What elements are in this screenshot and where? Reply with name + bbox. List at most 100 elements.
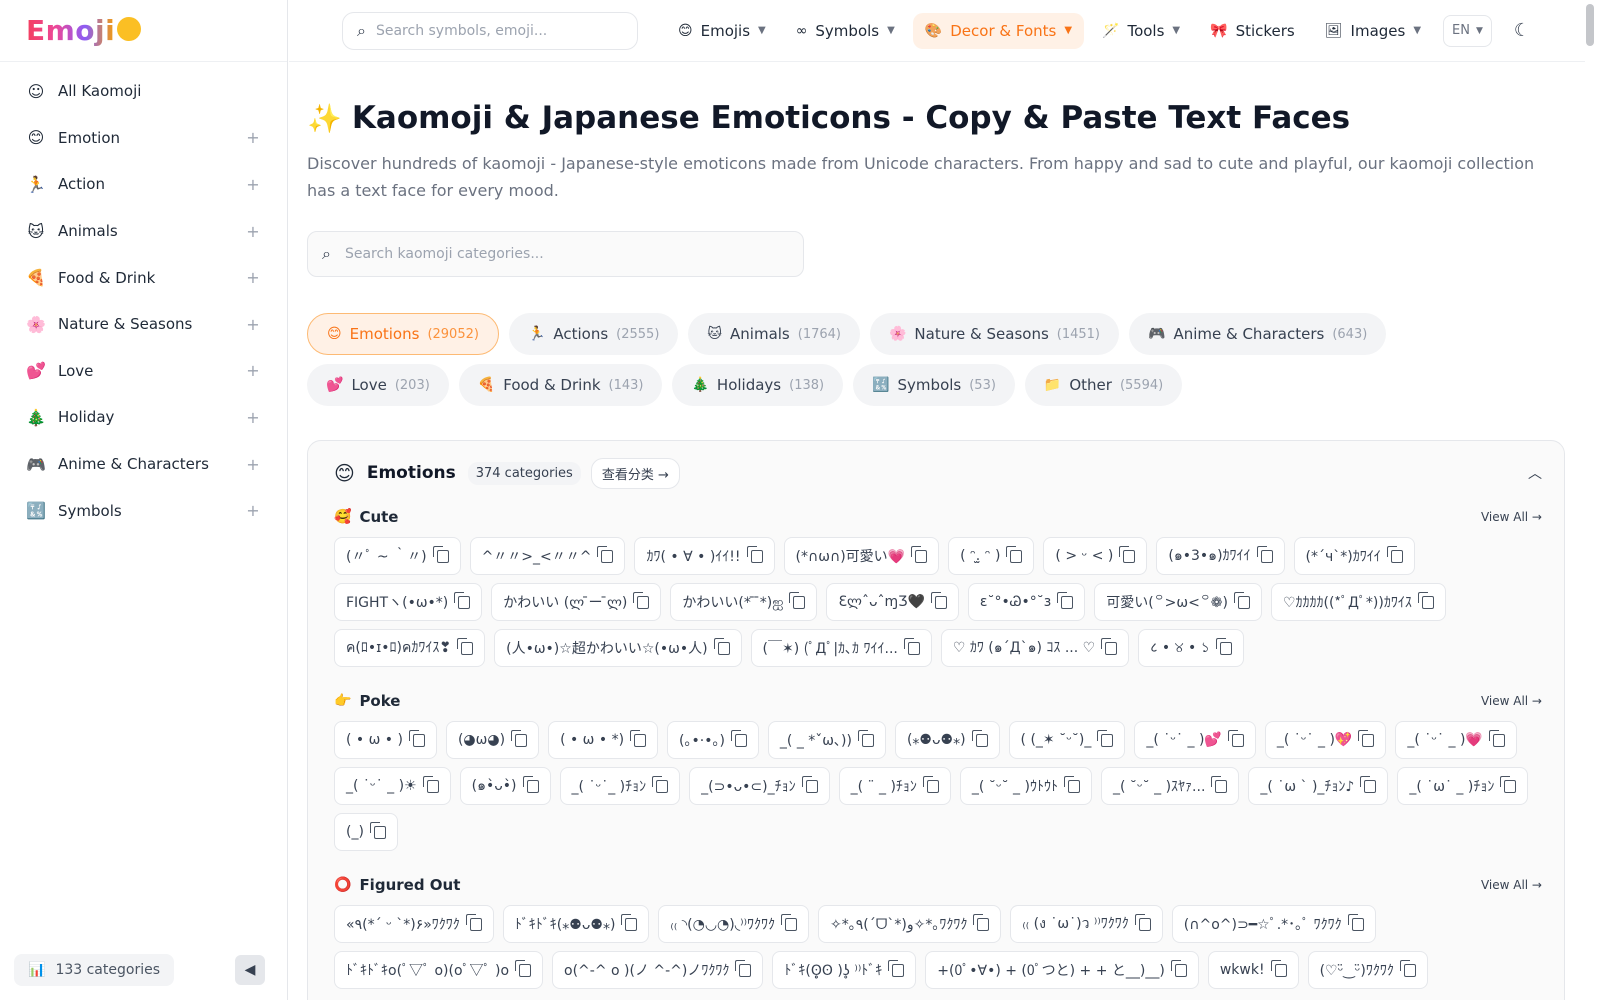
kaomoji-copy-button[interactable]: ƐლˆᴗˆɱƷ🖤 — [826, 583, 959, 621]
kaomoji-copy-button[interactable]: _(⊃•ᴗ•⊂)_ﾁｮﾝ — [689, 767, 830, 805]
logo[interactable]: Emoji — [0, 0, 287, 62]
kaomoji-copy-button[interactable]: FIGHTヽ(•ω•*) — [334, 583, 483, 621]
kaomoji-copy-button[interactable]: ८ • ୪ • ১ — [1138, 629, 1244, 667]
kaomoji-copy-button[interactable]: ₍₍ ◝(◔◡◔)◟⁾⁾ﾜｸﾜｸ — [658, 905, 810, 943]
kaomoji-copy-button[interactable]: _( ˙ᵕ˙ _ )💗 — [1395, 721, 1517, 759]
kaomoji-copy-button[interactable]: +(0ﾟ•∀•) + (0ﾟつと) + + と__)__) — [925, 951, 1199, 989]
plus-icon[interactable]: + — [245, 268, 261, 287]
kaomoji-copy-button[interactable]: ₍₍ (ง ˙ω˙)ว ⁾⁾ﾜｸﾜｸ — [1010, 905, 1163, 943]
kaomoji-copy-button[interactable]: _( _ *ˇω､)) — [767, 721, 886, 759]
chip-emotions[interactable]: 😊 Emotions (29052) — [307, 313, 499, 355]
kaomoji-copy-button[interactable]: (◕ω◕) — [445, 721, 540, 759]
kaomoji-copy-button[interactable]: _( ˘ᵕ˘ _ )ｳﾄｳﾄ — [959, 767, 1092, 805]
chip-anime-characters[interactable]: 🎮 Anime & Characters (643) — [1129, 313, 1387, 355]
collapse-sidebar-button[interactable]: ◀ — [235, 955, 265, 985]
sidebar-item-emotion[interactable]: 😊 Emotion + — [0, 115, 287, 162]
kaomoji-copy-button[interactable]: ( > ᵕ < ) — [1043, 537, 1148, 575]
kaomoji-copy-button[interactable]: wkwk! — [1207, 951, 1299, 989]
kaomoji-copy-button[interactable]: ♡ｶｶｶｶ((*ﾟДﾟ*))ｶﾜｲｽ — [1270, 583, 1446, 621]
kaomoji-copy-button[interactable]: (⁎⚉ᴗ⚉⁎) — [894, 721, 1000, 759]
nav-decor-fonts[interactable]: 🎨 Decor & Fonts ▼ — [912, 12, 1085, 49]
sidebar-item-action[interactable]: 🏃 Action + — [0, 161, 287, 208]
kaomoji-copy-button[interactable]: ( • ω • ) — [334, 721, 437, 759]
kaomoji-copy-button[interactable]: (人•ω•)☆超かわいい☆(•ω•人) — [494, 629, 742, 667]
chip-love[interactable]: 💕 Love (203) — [307, 364, 449, 406]
kaomoji-copy-button[interactable]: (￣✶) (ﾟДﾟ|ｶ､ｶ ﾜｲｲ... — [750, 629, 932, 667]
plus-icon[interactable]: + — [245, 315, 261, 334]
view-categories-button[interactable]: 查看分类 → — [590, 457, 680, 489]
kaomoji-copy-button[interactable]: ✧*｡٩(ˊᗜˋ*)و✧*｡ﾜｸﾜｸ — [818, 905, 1002, 943]
kaomoji-copy-button[interactable]: ♡ ｶﾜ (๑´Д`๑) ｺｽ ... ♡ — [940, 629, 1130, 667]
nav-images[interactable]: 🖼 Images ▼ — [1313, 13, 1433, 49]
chip-symbols[interactable]: 🔣 Symbols (53) — [853, 364, 1015, 406]
chip-other[interactable]: 📁 Other (5594) — [1024, 364, 1183, 406]
kaomoji-copy-button[interactable]: (๑•3•๑)ｶﾜｲｲ — [1156, 537, 1285, 575]
kaomoji-copy-button[interactable]: (*´ч`*)ｶﾜｲｲ — [1293, 537, 1415, 575]
kaomoji-copy-button[interactable]: (｡•·•｡) — [667, 721, 759, 759]
kaomoji-copy-button[interactable]: (_) — [334, 813, 398, 851]
kaomoji-copy-button[interactable]: ﾄﾞｷﾄﾞｷo(ﾟ▽ﾟ o)(oﾟ▽ﾟ )o — [334, 951, 544, 989]
sidebar-item-all-kaomoji[interactable]: ☺ All Kaomoji — [0, 68, 287, 115]
chip-holidays[interactable]: 🎄 Holidays (138) — [672, 364, 844, 406]
nav-tools[interactable]: 🪄 Tools ▼ — [1090, 13, 1192, 49]
chip-actions[interactable]: 🏃 Actions (2555) — [508, 313, 679, 355]
kaomoji-copy-button[interactable]: _( ˙ᵕ˙ _ )☀ — [334, 767, 451, 805]
dark-mode-toggle-icon[interactable]: ☾ — [1514, 20, 1530, 41]
kaomoji-category-search-input[interactable]: ⌕ Search kaomoji categories... — [307, 231, 804, 277]
kaomoji-copy-button[interactable]: o(^-^ o )(ノ ^-^)ノﾜｸﾜｸ — [552, 951, 764, 989]
nav-stickers[interactable]: 🎀 Stickers — [1198, 13, 1307, 49]
sidebar-item-holiday[interactable]: 🎄 Holiday + — [0, 394, 287, 441]
kaomoji-copy-button[interactable]: ﾄﾞｷ(ʘ̥̥ʘ )ʖ̥ ⁾⁾ﾄﾞｷ — [772, 951, 917, 989]
kaomoji-copy-button[interactable]: かわいい (ლ ̄ー ̄ლ) — [491, 583, 662, 621]
kaomoji-copy-button[interactable]: _( ˙ᵕ˙ _ )💖 — [1264, 721, 1387, 759]
language-selector[interactable]: EN ▼ — [1443, 14, 1492, 47]
kaomoji-copy-button[interactable]: ^〃〃>_<〃〃^ — [469, 537, 626, 575]
plus-icon[interactable]: + — [245, 222, 261, 241]
kaomoji-copy-button[interactable]: (*∩ω∩)可愛い💗 — [783, 537, 940, 575]
plus-icon[interactable]: + — [245, 501, 261, 520]
chevron-up-icon[interactable]: ︿ — [1528, 463, 1542, 483]
kaomoji-copy-button[interactable]: _( ˙ᵕ˙ _ )💕 — [1134, 721, 1256, 759]
sidebar-item-anime-characters[interactable]: 🎮 Anime & Characters + — [0, 441, 287, 488]
chip-nature-seasons[interactable]: 🌸 Nature & Seasons (1451) — [869, 313, 1120, 355]
plus-icon[interactable]: + — [245, 128, 261, 147]
kaomoji-copy-button[interactable]: ( (_✶ ˘ᵕ˘)_ — [1008, 721, 1126, 759]
kaomoji-copy-button[interactable]: «٩(*´ ᵕ `*)۶»ﾜｸﾜｸ — [334, 905, 494, 943]
sidebar-item-food-drink[interactable]: 🍕 Food & Drink + — [0, 254, 287, 301]
nav-emojis[interactable]: 😊 Emojis ▼ — [666, 13, 778, 49]
kaomoji-copy-button[interactable]: _( ˘ᵕ˘ _ )ｽﾔｧ... — [1100, 767, 1240, 805]
kaomoji-copy-button[interactable]: ( ᵔ.̫ ᵔ ) — [948, 537, 1035, 575]
plus-icon[interactable]: + — [245, 361, 261, 380]
sidebar-item-animals[interactable]: 🐱 Animals + — [0, 208, 287, 255]
chip-label: Nature & Seasons — [914, 325, 1049, 343]
kaomoji-copy-button[interactable]: _( ˙ω˙ _ )ﾁｮﾝ — [1397, 767, 1529, 805]
kaomoji-copy-button[interactable]: _( ¨ _ )ﾁｮﾝ — [838, 767, 951, 805]
sidebar-item-nature-seasons[interactable]: 🌸 Nature & Seasons + — [0, 301, 287, 348]
kaomoji-copy-button[interactable]: ( • ω • *) — [548, 721, 659, 759]
plus-icon[interactable]: + — [245, 175, 261, 194]
kaomoji-copy-button[interactable]: _( ˙ω ` )_ﾁｮﾝ♪ — [1248, 767, 1389, 805]
kaomoji-copy-button[interactable]: _( ˙ᵕ˙_ )ﾁｮﾝ — [559, 767, 681, 805]
nav-symbols[interactable]: ∞ Symbols ▼ — [784, 13, 907, 49]
kaomoji-copy-button[interactable]: ɛ˘°•Ꮚ•°˘з — [967, 583, 1086, 621]
kaomoji-copy-button[interactable]: ｶﾜ( • ∀ • )ｲｲ!! — [634, 537, 775, 575]
kaomoji-copy-button[interactable]: かわいい(* ̄ ̄*)ஐ — [670, 583, 818, 621]
view-all-link[interactable]: View All → — [1481, 694, 1542, 708]
kaomoji-copy-button[interactable]: ﾄﾞｷﾄﾞｷ(⁎⚉ᴗ⚉⁎) — [502, 905, 650, 943]
chip-food-drink[interactable]: 🍕 Food & Drink (143) — [458, 364, 663, 406]
page-scrollbar[interactable] — [1586, 4, 1594, 46]
kaomoji-copy-button[interactable]: 可愛い(꒪>ω<꒪❁) — [1094, 583, 1262, 621]
chip-animals[interactable]: 🐱 Animals (1764) — [688, 313, 860, 355]
plus-icon[interactable]: + — [245, 455, 261, 474]
view-all-link[interactable]: View All → — [1481, 510, 1542, 524]
top-search-input[interactable]: ⌕ Search symbols, emoji... — [342, 11, 638, 50]
plus-icon[interactable]: + — [245, 408, 261, 427]
kaomoji-copy-button[interactable]: (〃ﾟ ~ ｀〃) — [334, 537, 461, 575]
sidebar-item-love[interactable]: 💕 Love + — [0, 348, 287, 395]
kaomoji-copy-button[interactable]: (♡ᵕ̈‿ᵕ̈)ﾜｸﾜｸ — [1307, 951, 1428, 989]
sidebar-item-symbols[interactable]: 🔣 Symbols + — [0, 487, 287, 534]
kaomoji-copy-button[interactable]: (∩^o^)⊃━☆ﾟ.*･｡ﾟ ﾜｸﾜｸ — [1171, 905, 1376, 943]
kaomoji-copy-button[interactable]: (๑•̀ᴗ•̀) — [459, 767, 551, 805]
view-all-link[interactable]: View All → — [1481, 878, 1542, 892]
kaomoji-copy-button[interactable]: ค(ﾛ•ɪ•ﾛ)คｶﾜｲｽ❣ — [334, 629, 486, 667]
